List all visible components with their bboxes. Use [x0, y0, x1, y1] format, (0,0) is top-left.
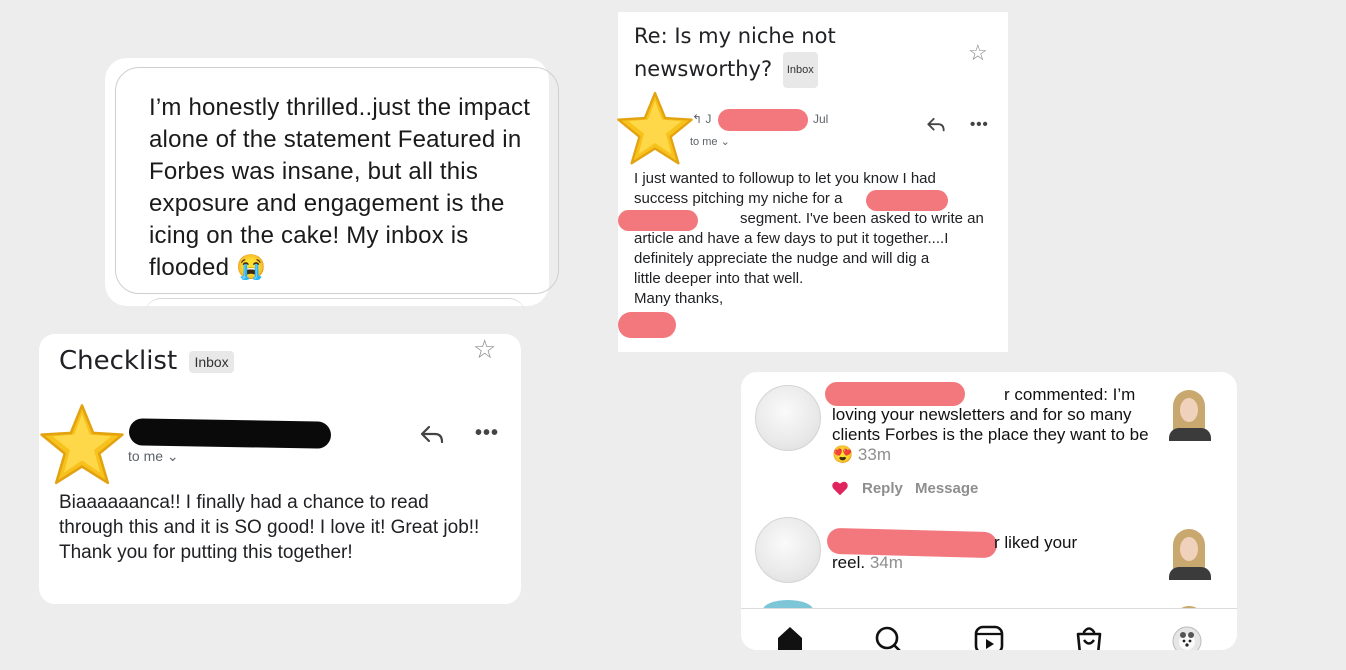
- to-me-dropdown[interactable]: to me ⌄: [128, 448, 179, 465]
- sender-redaction: [128, 418, 332, 449]
- reply-icon[interactable]: [926, 116, 946, 134]
- notification-text: loving your newsletters and for so many …: [832, 405, 1152, 465]
- message-button[interactable]: Message: [915, 480, 978, 497]
- more-options-icon[interactable]: •••: [970, 116, 989, 133]
- reel-thumbnail[interactable]: [1161, 523, 1218, 580]
- message-card: I’m honestly thrilled..just the impact a…: [105, 58, 559, 306]
- reply-button[interactable]: Reply: [862, 480, 903, 497]
- reels-icon[interactable]: [974, 625, 1004, 650]
- body-line: definitely appreciate the nudge and will…: [634, 250, 930, 267]
- star-outline-icon[interactable]: ☆: [968, 40, 988, 66]
- email-subject-text: Checklist: [59, 346, 178, 376]
- email-body: I just wanted to followup to let you kno…: [634, 169, 1004, 309]
- username-redaction: [825, 382, 965, 406]
- heart-icon[interactable]: [831, 480, 849, 496]
- heart-eyes-emoji: 😍: [832, 445, 854, 464]
- star-emoji-icon: [617, 91, 693, 165]
- body-line: little deeper into that well.: [634, 270, 804, 287]
- inbox-label[interactable]: Inbox: [189, 350, 234, 373]
- star-outline-icon[interactable]: ☆: [473, 334, 496, 365]
- outlet-redaction: [866, 190, 948, 211]
- sender-initial: ↰ J: [692, 112, 712, 126]
- home-icon[interactable]: [775, 625, 805, 650]
- email-subject-line2: newsworthy?: [634, 57, 773, 81]
- shop-icon[interactable]: [1074, 625, 1104, 650]
- newsworthy-email-card: Re: Is my niche not newsworthy? Inbox ☆ …: [617, 12, 1008, 352]
- body-line: success pitching my niche for a: [634, 190, 843, 207]
- notification-fragment: r commented: I’m: [1004, 385, 1136, 404]
- star-emoji-icon: [40, 404, 124, 485]
- email-date: Jul: [813, 112, 829, 126]
- signature-redaction: [618, 312, 676, 338]
- message-text: I’m honestly thrilled..just the impact a…: [149, 94, 531, 281]
- email-subject: Re: Is my niche not newsworthy? Inbox: [634, 20, 836, 88]
- avatar[interactable]: [755, 517, 821, 583]
- bottom-nav-bar: [741, 608, 1237, 650]
- reel-thumbnail[interactable]: [1161, 384, 1218, 441]
- more-options-icon[interactable]: •••: [475, 422, 499, 445]
- email-subject: Checklist Inbox: [59, 346, 234, 376]
- sender-redaction: [718, 109, 808, 131]
- to-me-dropdown[interactable]: to me ⌄: [690, 135, 730, 148]
- notification-time: 33m: [857, 445, 891, 464]
- reply-icon[interactable]: [419, 424, 445, 446]
- body-line: Many thanks,: [634, 290, 724, 307]
- comment-text: loving your newsletters and for so many …: [832, 405, 1149, 444]
- inbox-label[interactable]: Inbox: [782, 52, 818, 88]
- instagram-notifications-card: r commented: I’m loving your newsletters…: [741, 372, 1237, 650]
- notification-time: 34m: [869, 553, 903, 572]
- segment-redaction: [618, 210, 698, 231]
- message-bubble: I’m honestly thrilled..just the impact a…: [115, 67, 559, 294]
- email-body: Biaaaaaanca!! I finally had a chance to …: [59, 492, 480, 563]
- checklist-email-card: Checklist Inbox ☆ to me ⌄ ••• Biaaaaaanc…: [39, 334, 521, 604]
- notification-fragment: r liked your: [994, 533, 1078, 552]
- liked-text: reel.: [832, 553, 866, 572]
- next-message-bubble-edge: [145, 298, 525, 319]
- email-subject-line1: Re: Is my niche not: [634, 24, 836, 48]
- profile-icon[interactable]: [1171, 625, 1203, 650]
- notification-text: reel. 34m: [832, 553, 903, 573]
- body-line: article and have a few days to put it to…: [634, 230, 949, 247]
- body-line: I just wanted to followup to let you kno…: [634, 170, 936, 187]
- search-icon[interactable]: [874, 625, 904, 650]
- avatar[interactable]: [755, 385, 821, 451]
